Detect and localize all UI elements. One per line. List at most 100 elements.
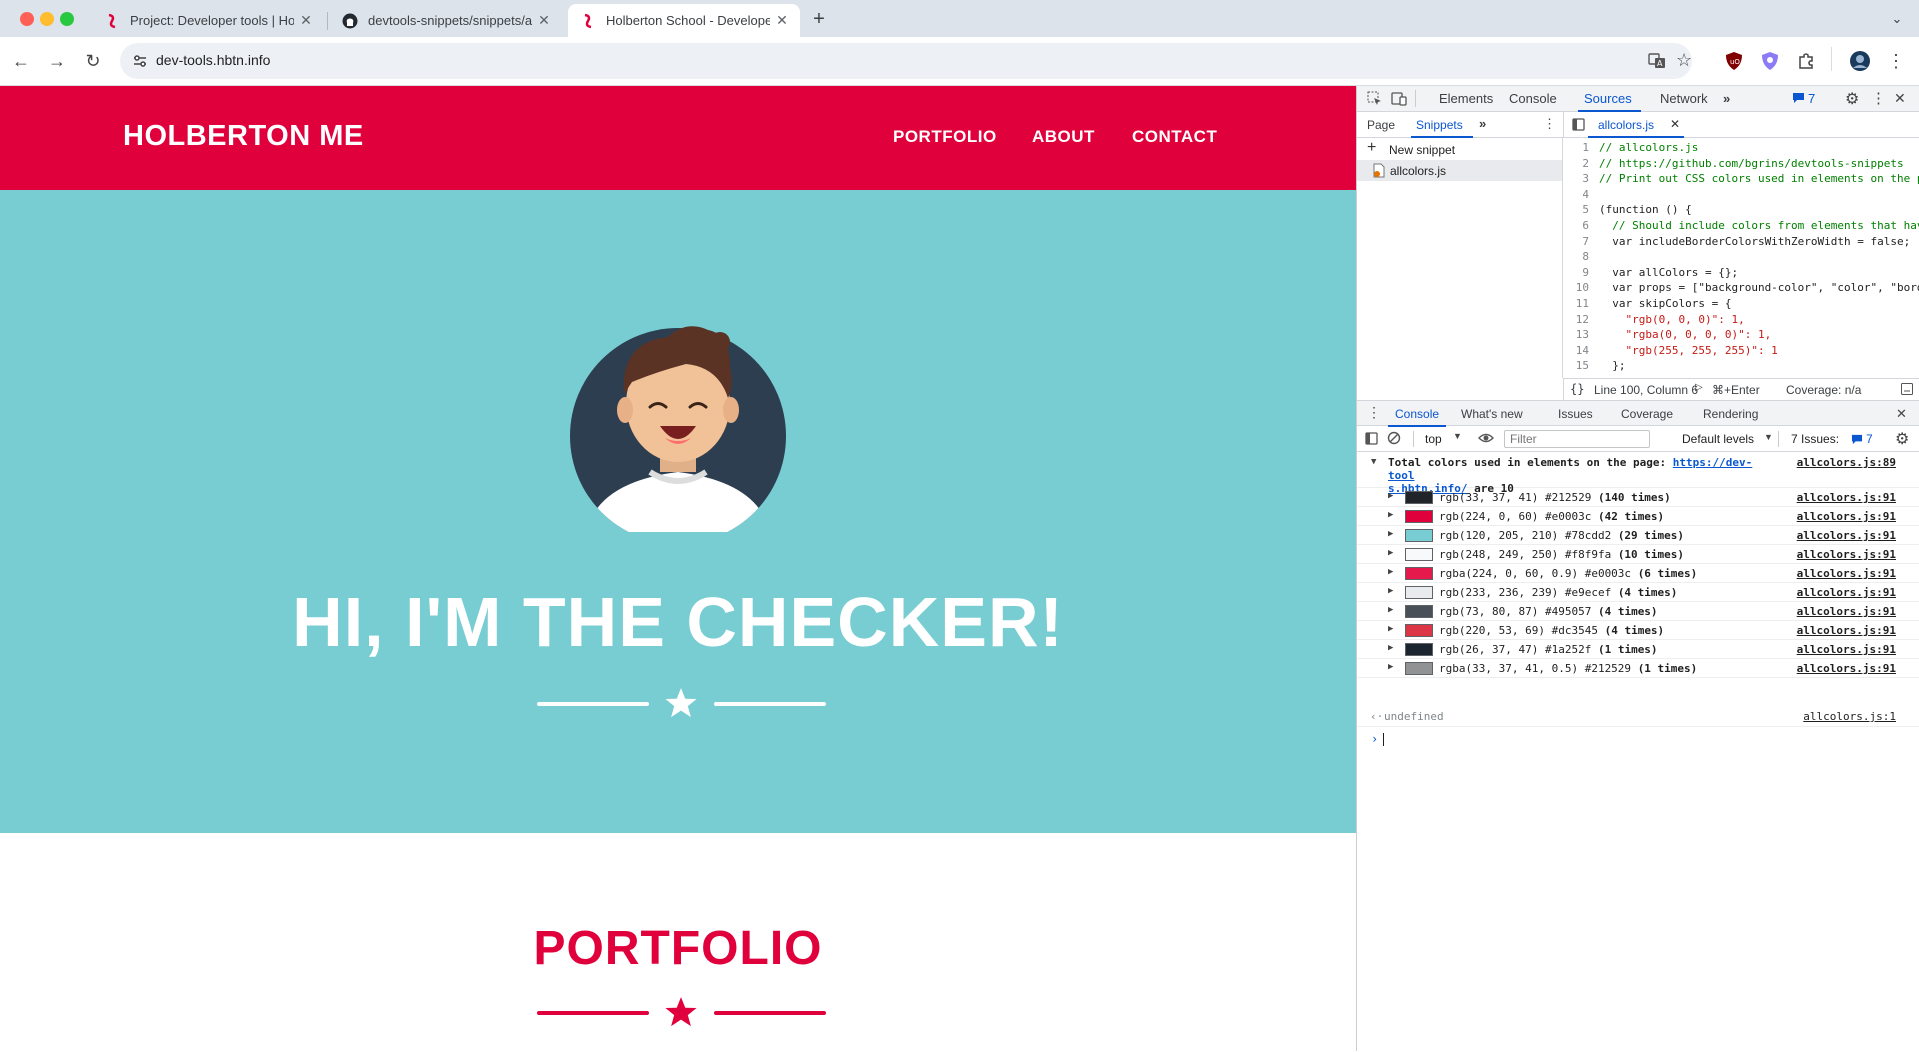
inspect-element-icon[interactable]: [1367, 91, 1382, 109]
bookmark-star-icon[interactable]: ☆: [1676, 50, 1692, 71]
color-log-row[interactable]: ▶ rgb(120, 205, 210) #78cdd2 (29 times) al…: [1357, 526, 1919, 545]
console-group-summary[interactable]: ▼ Total colors used in elements on the p…: [1357, 452, 1919, 495]
console-sidebar-icon[interactable]: [1365, 432, 1378, 448]
snippet-file-item[interactable]: allcolors.js: [1357, 160, 1562, 181]
issues-count[interactable]: 7: [1866, 432, 1873, 446]
color-log-row[interactable]: ▶ rgb(26, 37, 47) #1a252f (1 times) allcol…: [1357, 640, 1919, 659]
color-log-row[interactable]: ▶ rgb(220, 53, 69) #dc3545 (4 times) allco…: [1357, 621, 1919, 640]
line-number[interactable]: 9: [1563, 265, 1599, 280]
line-number[interactable]: 7: [1563, 234, 1599, 249]
expand-triangle-icon[interactable]: ▶: [1388, 548, 1393, 558]
maximize-window-button[interactable]: [60, 12, 74, 26]
browser-tab-github[interactable]: devtools-snippets/snippets/al ✕: [330, 4, 562, 37]
reload-icon[interactable]: ↻: [78, 46, 108, 76]
source-link[interactable]: allcolors.js:91: [1797, 548, 1896, 561]
tab-network[interactable]: Network: [1660, 91, 1708, 106]
more-subtabs-chevron-icon[interactable]: »: [1479, 116, 1486, 131]
issues-count[interactable]: 7: [1808, 91, 1815, 106]
drawer-menu-kebab-icon[interactable]: ⋮: [1367, 404, 1381, 421]
ublock-extension-icon[interactable]: uO: [1722, 49, 1746, 73]
line-number[interactable]: 3: [1563, 171, 1599, 186]
close-devtools-icon[interactable]: ✕: [1894, 90, 1906, 107]
browser-tab-holberton-project[interactable]: Project: Developer tools | Holb ✕: [92, 4, 324, 37]
translate-icon[interactable]: A: [1648, 52, 1666, 70]
expand-triangle-icon[interactable]: ▶: [1388, 567, 1393, 577]
color-log-row[interactable]: ▶ rgba(224, 0, 60, 0.9) #e0003c (6 times)…: [1357, 564, 1919, 583]
close-tab-icon[interactable]: ✕: [770, 12, 794, 29]
drawer-tab-whats-new[interactable]: What's new: [1461, 407, 1523, 421]
line-number[interactable]: 4: [1563, 187, 1599, 202]
console-filter-input[interactable]: [1504, 430, 1650, 448]
color-log-row[interactable]: ▶ rgb(233, 236, 239) #e9ecef (4 times) all…: [1357, 583, 1919, 602]
nav-link-contact[interactable]: CONTACT: [1132, 127, 1217, 147]
console-prompt[interactable]: ›: [1357, 728, 1919, 750]
source-link[interactable]: allcolors.js:91: [1797, 586, 1896, 599]
tab-sources[interactable]: Sources: [1584, 91, 1632, 106]
expand-triangle-icon[interactable]: ▶: [1388, 529, 1393, 539]
context-dropdown-icon[interactable]: ▼: [1453, 431, 1462, 441]
site-settings-icon[interactable]: [132, 53, 148, 74]
expand-triangle-icon[interactable]: ▶: [1388, 624, 1393, 634]
tab-elements[interactable]: Elements: [1439, 91, 1493, 106]
line-number[interactable]: 5: [1563, 202, 1599, 217]
expand-triangle-icon[interactable]: ▶: [1388, 491, 1393, 501]
subtab-page[interactable]: Page: [1367, 118, 1395, 132]
close-editor-tab-icon[interactable]: ✕: [1670, 117, 1680, 131]
plus-icon[interactable]: +: [1367, 139, 1376, 157]
browser-menu-kebab-icon[interactable]: ⋮: [1884, 49, 1908, 73]
pretty-print-braces-icon[interactable]: {}: [1570, 382, 1584, 396]
issues-message-icon[interactable]: [1851, 433, 1863, 448]
close-drawer-icon[interactable]: ✕: [1896, 406, 1907, 422]
expand-triangle-icon[interactable]: ▶: [1388, 586, 1393, 596]
privacy-extension-icon[interactable]: [1758, 49, 1782, 73]
group-expanded-triangle-icon[interactable]: ▼: [1371, 457, 1376, 467]
site-brand[interactable]: HOLBERTON ME: [123, 120, 364, 153]
color-log-row[interactable]: ▶ rgb(224, 0, 60) #e0003c (42 times) allco…: [1357, 507, 1919, 526]
source-link[interactable]: allcolors.js:91: [1797, 491, 1896, 504]
source-link[interactable]: allcolors.js:91: [1797, 643, 1896, 656]
line-number[interactable]: 12: [1563, 312, 1599, 327]
drawer-tab-issues[interactable]: Issues: [1558, 407, 1593, 421]
nav-link-about[interactable]: ABOUT: [1032, 127, 1095, 147]
new-snippet-button[interactable]: New snippet: [1389, 143, 1455, 157]
more-tabs-chevron-icon[interactable]: »: [1723, 91, 1730, 106]
toggle-debugger-icon[interactable]: [1901, 383, 1913, 398]
color-log-row[interactable]: ▶ rgb(73, 80, 87) #495057 (4 times) allcol…: [1357, 602, 1919, 621]
line-number[interactable]: 11: [1563, 296, 1599, 311]
summary-source-link[interactable]: allcolors.js:89: [1797, 456, 1896, 469]
line-number[interactable]: 6: [1563, 218, 1599, 233]
editor-tab-allcolors[interactable]: allcolors.js ✕: [1588, 112, 1684, 138]
drawer-tab-rendering[interactable]: Rendering: [1703, 407, 1758, 421]
context-select[interactable]: top: [1425, 432, 1442, 446]
close-tab-icon[interactable]: ✕: [532, 12, 556, 29]
line-number[interactable]: 15: [1563, 358, 1599, 373]
line-number[interactable]: 14: [1563, 343, 1599, 358]
source-link[interactable]: allcolors.js:91: [1797, 624, 1896, 637]
close-tab-icon[interactable]: ✕: [294, 12, 318, 29]
tab-console[interactable]: Console: [1509, 91, 1557, 106]
log-levels-dropdown-icon[interactable]: ▼: [1764, 432, 1773, 442]
drawer-tab-console[interactable]: Console: [1395, 407, 1439, 421]
devtools-menu-kebab-icon[interactable]: ⋮: [1871, 89, 1886, 107]
line-number[interactable]: 8: [1563, 249, 1599, 264]
expand-triangle-icon[interactable]: ▶: [1388, 605, 1393, 615]
navigator-menu-kebab-icon[interactable]: ⋮: [1543, 116, 1556, 132]
forward-arrow-icon[interactable]: →: [42, 46, 72, 76]
back-arrow-icon[interactable]: ←: [6, 46, 36, 76]
color-log-row[interactable]: ▶ rgba(33, 37, 41, 0.5) #212529 (1 times)…: [1357, 659, 1919, 678]
close-window-button[interactable]: [20, 12, 34, 26]
expand-triangle-icon[interactable]: ▶: [1388, 643, 1393, 653]
tab-search-chevron-icon[interactable]: ⌄: [1886, 8, 1908, 30]
expand-triangle-icon[interactable]: ▶: [1388, 662, 1393, 672]
settings-gear-icon[interactable]: ⚙: [1845, 89, 1859, 109]
browser-tab-holberton-developer[interactable]: Holberton School - Developer ✕: [568, 4, 800, 37]
run-shortcut[interactable]: ⌘+Enter: [1712, 383, 1760, 397]
run-snippet-play-icon[interactable]: ▷: [1695, 382, 1703, 393]
line-number[interactable]: 2: [1563, 156, 1599, 171]
source-link[interactable]: allcolors.js:91: [1797, 567, 1896, 580]
line-number[interactable]: 13: [1563, 327, 1599, 342]
profile-avatar[interactable]: [1848, 49, 1872, 73]
console-settings-gear-icon[interactable]: ⚙: [1895, 429, 1909, 449]
toggle-navigator-icon[interactable]: [1572, 118, 1585, 134]
return-source-link[interactable]: allcolors.js:1: [1803, 710, 1896, 723]
